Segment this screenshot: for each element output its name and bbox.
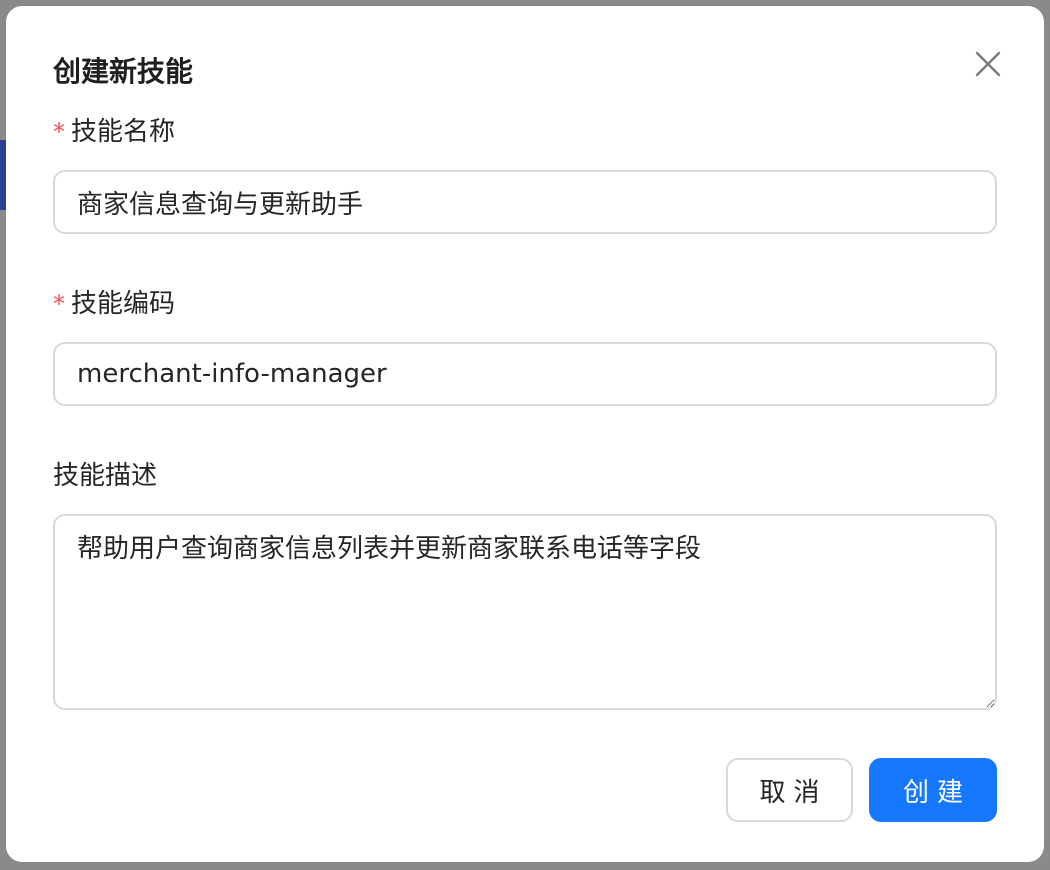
create-button[interactable]: 创建 (869, 758, 997, 822)
skill-name-label-text: 技能名称 (71, 117, 176, 147)
skill-code-label-text: 技能编码 (71, 289, 176, 319)
dialog-title: 创建新技能 (53, 55, 194, 88)
skill-description-label: 技能描述 (53, 458, 157, 494)
skill-code-label: * 技能编码 (53, 286, 175, 322)
skill-code-input[interactable] (53, 342, 997, 406)
close-button[interactable] (968, 44, 1008, 84)
skill-description-label-text: 技能描述 (53, 461, 158, 491)
skill-name-input[interactable] (53, 170, 997, 234)
required-mark: * (53, 118, 65, 146)
skill-name-label: * 技能名称 (53, 114, 175, 150)
skill-description-textarea[interactable]: 帮助用户查询商家信息列表并更新商家联系电话等字段 (53, 514, 997, 710)
close-icon (975, 51, 1001, 77)
required-mark: * (53, 290, 65, 318)
create-skill-dialog: 创建新技能 * 技能名称 * 技能编码 技能描述 帮助用户查询商家信息列表并更新… (6, 6, 1044, 862)
cancel-button[interactable]: 取消 (726, 758, 853, 822)
